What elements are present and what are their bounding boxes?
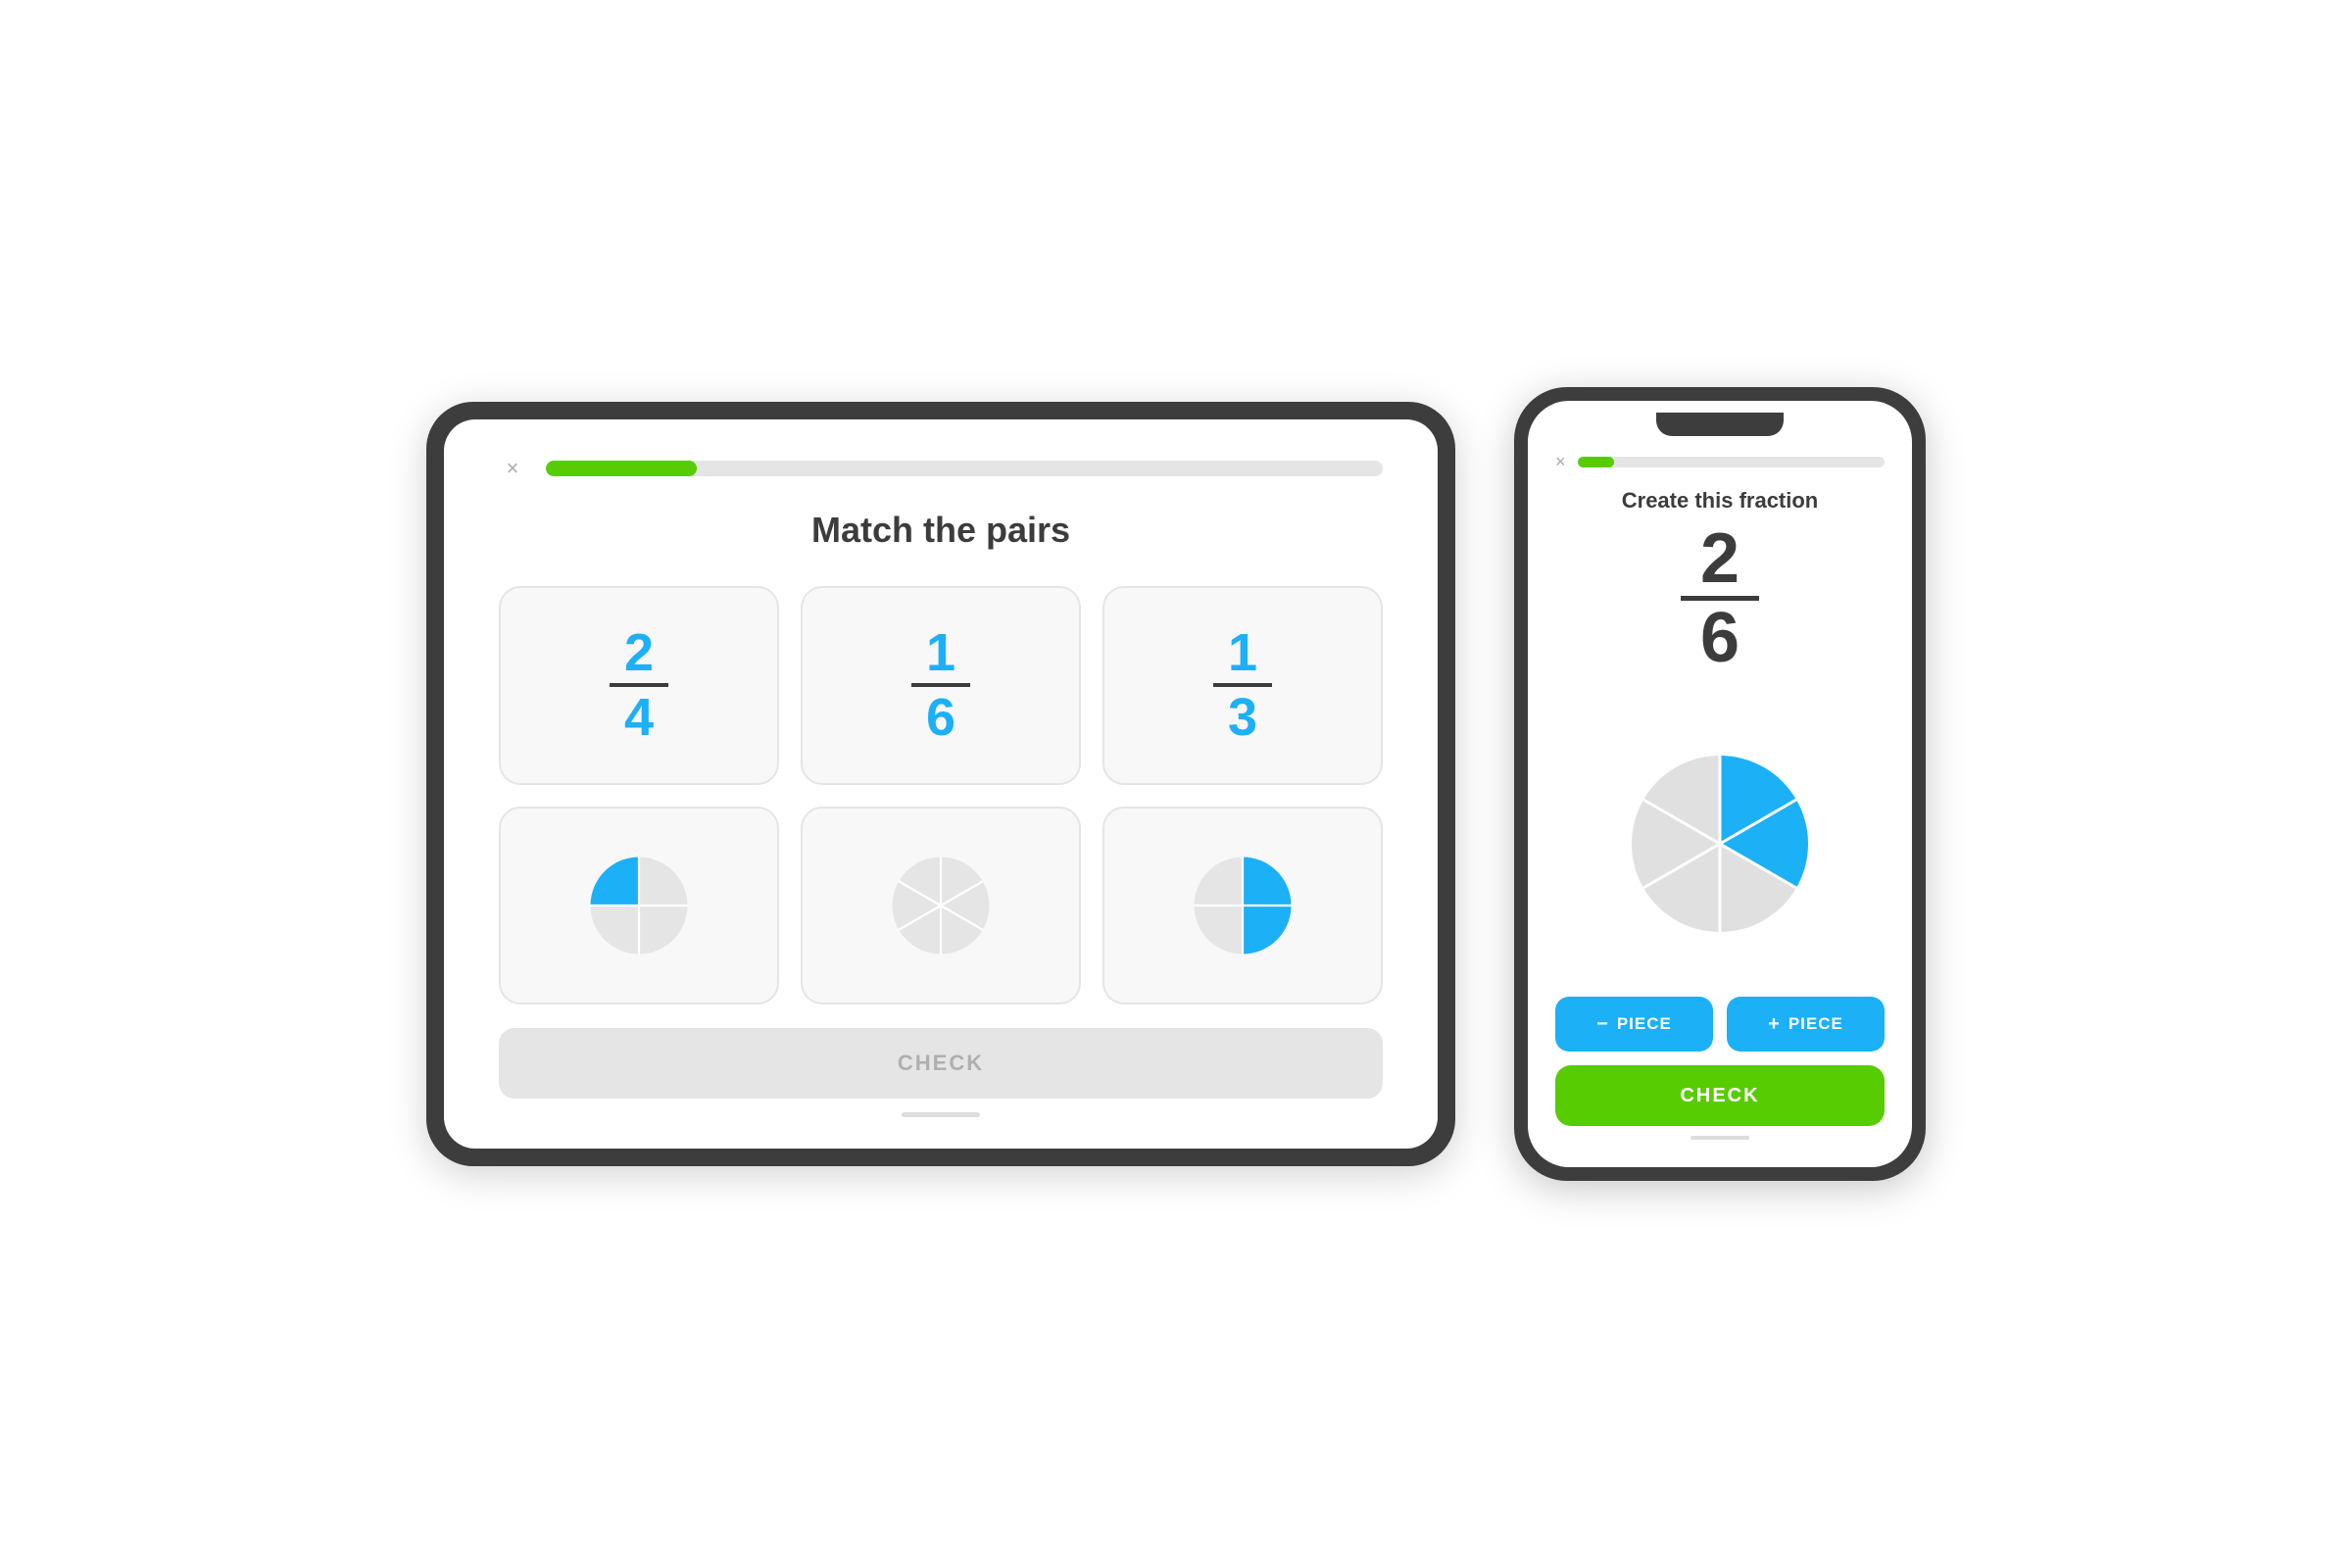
fraction-3: 1 3 xyxy=(1213,626,1272,744)
phone-screen: × Create this fraction 2 6 xyxy=(1528,401,1912,1167)
phone-piece-buttons: − PIECE + PIECE xyxy=(1555,997,1885,1052)
pie-3 xyxy=(1189,852,1297,959)
fraction-2: 1 6 xyxy=(911,626,970,744)
tablet-progress-fill xyxy=(546,461,697,476)
fraction-card-2[interactable]: 1 6 xyxy=(801,586,1081,785)
tablet-title: Match the pairs xyxy=(499,510,1383,551)
tablet-check-button[interactable]: CHECK xyxy=(499,1028,1383,1099)
pie-card-1[interactable] xyxy=(499,807,779,1005)
pie-1 xyxy=(585,852,693,959)
fraction-card-1[interactable]: 2 4 xyxy=(499,586,779,785)
fraction-2-line xyxy=(911,683,970,687)
phone-topbar: × xyxy=(1555,452,1885,472)
plus-piece-label: PIECE xyxy=(1788,1014,1843,1034)
phone-title: Create this fraction xyxy=(1555,488,1885,514)
fraction-1-num: 2 xyxy=(624,626,654,679)
minus-icon: − xyxy=(1596,1013,1609,1036)
fraction-3-num: 1 xyxy=(1228,626,1257,679)
pie-card-3[interactable] xyxy=(1102,807,1383,1005)
pie-card-2[interactable] xyxy=(801,807,1081,1005)
tablet-close-icon[interactable]: × xyxy=(499,455,526,482)
pie-2 xyxy=(887,852,995,959)
tablet-cards-grid: 2 4 1 6 1 3 xyxy=(499,586,1383,1004)
phone-pie-area xyxy=(1555,691,1885,997)
phone-pie-chart xyxy=(1622,746,1818,942)
phone-fraction: 2 6 xyxy=(1555,523,1885,673)
tablet-screen: × Match the pairs 2 4 xyxy=(444,419,1438,1149)
fraction-card-3[interactable]: 1 3 xyxy=(1102,586,1383,785)
phone-scroll-hint xyxy=(1690,1136,1749,1140)
fraction-1-den: 4 xyxy=(624,691,654,744)
fraction-1: 2 4 xyxy=(610,626,668,744)
tablet-progress-bg xyxy=(546,461,1383,476)
fraction-3-line xyxy=(1213,683,1272,687)
fraction-2-den: 6 xyxy=(926,691,956,744)
tablet-topbar: × xyxy=(499,455,1383,482)
phone-progress-fill xyxy=(1578,457,1615,467)
fraction-2-num: 1 xyxy=(926,626,956,679)
phone-device: × Create this fraction 2 6 xyxy=(1514,387,1926,1181)
phone-close-icon[interactable]: × xyxy=(1555,452,1566,472)
phone-check-button[interactable]: CHECK xyxy=(1555,1065,1885,1126)
plus-piece-button[interactable]: + PIECE xyxy=(1727,997,1885,1052)
tablet-device: × Match the pairs 2 4 xyxy=(426,402,1455,1166)
phone-progress-bg xyxy=(1578,457,1885,467)
phone-fraction-num: 2 xyxy=(1700,523,1740,594)
tablet-scroll-hint xyxy=(902,1112,980,1117)
phone-notch xyxy=(1656,413,1784,436)
fraction-1-line xyxy=(610,683,668,687)
phone-fraction-den: 6 xyxy=(1700,603,1740,673)
scene: × Match the pairs 2 4 xyxy=(426,387,1926,1181)
fraction-3-den: 3 xyxy=(1228,691,1257,744)
plus-icon: + xyxy=(1768,1013,1781,1036)
minus-piece-button[interactable]: − PIECE xyxy=(1555,997,1713,1052)
minus-piece-label: PIECE xyxy=(1617,1014,1672,1034)
